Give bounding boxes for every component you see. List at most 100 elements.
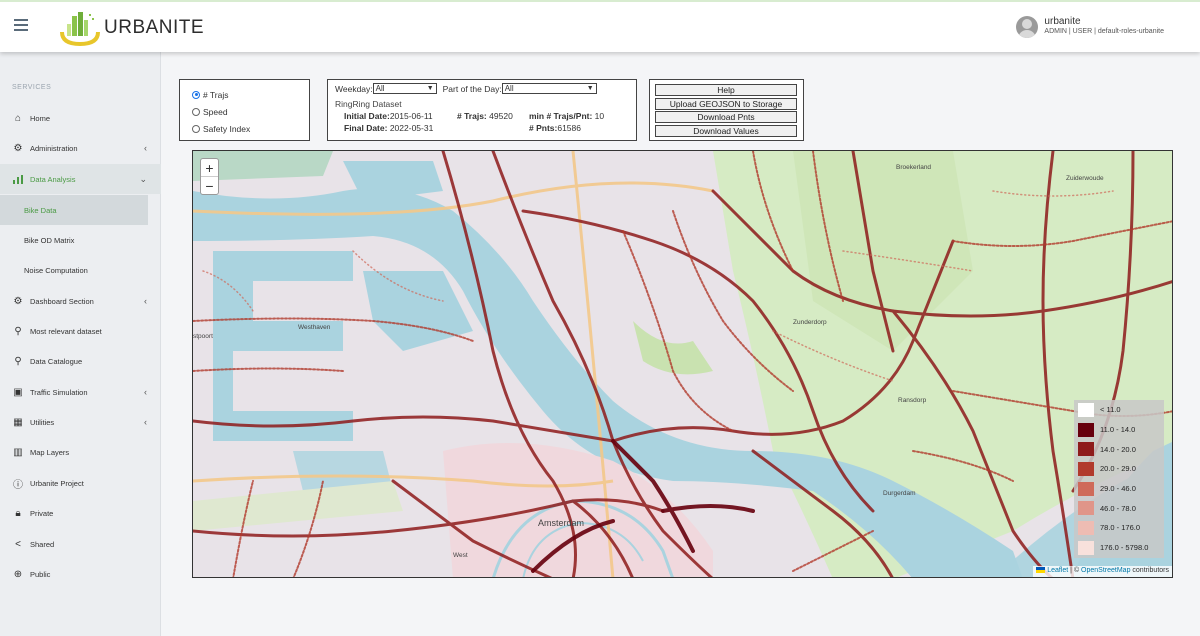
- map-label-zuiderwoude: Zuiderwoude: [1066, 175, 1104, 182]
- sidebar-item-label: Private: [30, 508, 54, 518]
- globe-icon: ⊕: [13, 568, 23, 580]
- map-label-westhaven: Westhaven: [298, 324, 331, 331]
- radio-safety-index[interactable]: Safety Index: [192, 120, 309, 137]
- help-button[interactable]: Help: [655, 84, 797, 96]
- sidebar-item-most-relevant-dataset[interactable]: ⚲ Most relevant dataset: [0, 316, 161, 346]
- legend-swatch: [1078, 461, 1094, 476]
- osm-link[interactable]: OpenStreetMap: [1081, 567, 1130, 574]
- radio-trajs[interactable]: # Trajs: [192, 86, 309, 103]
- sidebar-item-home[interactable]: ⌂ Home: [0, 103, 161, 133]
- sidebar-item-label: Shared: [30, 539, 55, 549]
- sidebar-item-label: Public: [30, 569, 51, 579]
- sidebar-item-dashboard-section[interactable]: ⚙ Dashboard Section ‹: [0, 286, 161, 316]
- zoom-out-button[interactable]: −: [201, 177, 218, 195]
- map-legend: < 11.0 11.0 - 14.0 14.0 - 20.0 20.0 - 29…: [1074, 400, 1164, 558]
- chevron-left-icon: ‹: [144, 143, 147, 153]
- sidebar-item-label: Administration: [30, 143, 78, 153]
- home-icon: ⌂: [14, 112, 22, 124]
- download-values-button[interactable]: Download Values: [655, 124, 797, 137]
- radio-speed[interactable]: Speed: [192, 103, 309, 120]
- map-label-durgerdam: Durgerdam: [883, 490, 916, 497]
- upload-geojson-button[interactable]: Upload GEOJSON to Storage: [655, 97, 797, 110]
- radio-unchecked-icon: [192, 107, 200, 116]
- radio-label: Safety Index: [203, 123, 251, 134]
- actions-panel: Help Upload GEOJSON to Storage Download …: [649, 79, 804, 141]
- sidebar-item-label: Home: [30, 113, 51, 123]
- sidebar-item-data-catalogue[interactable]: ⚲ Data Catalogue: [0, 346, 161, 376]
- legend-label: 176.0 - 5798.0: [1100, 543, 1149, 553]
- sidebar-item-label: Traffic Simulation: [30, 387, 88, 397]
- legend-row: 11.0 - 14.0: [1074, 420, 1164, 440]
- share-icon: <: [15, 538, 21, 550]
- sidebar-item-data-analysis[interactable]: Data Analysis ⌄: [0, 164, 161, 194]
- sidebar-item-label: Most relevant dataset: [30, 326, 102, 336]
- legend-swatch: [1078, 540, 1094, 555]
- leaflet-link[interactable]: Leaflet: [1047, 567, 1068, 574]
- legend-swatch: [1078, 402, 1094, 417]
- sidebar-item-shared[interactable]: < Shared: [0, 529, 161, 559]
- chevron-left-icon: ‹: [144, 296, 147, 306]
- map-label-west: West: [453, 552, 468, 559]
- chevron-left-icon: ‹: [144, 417, 147, 427]
- user-roles: ADMIN | USER | default-roles-urbanite: [1044, 28, 1164, 35]
- weekday-value: All: [375, 84, 385, 93]
- legend-label: 14.0 - 20.0: [1100, 444, 1136, 454]
- zoom-in-button[interactable]: +: [201, 159, 218, 177]
- sidebar-item-administration[interactable]: ⚙ Administration ‹: [0, 133, 161, 163]
- gear-icon: ⚙: [13, 295, 23, 307]
- sidebar-item-label: Data Analysis: [30, 174, 76, 184]
- briefcase-icon: ▣: [13, 386, 23, 398]
- radio-checked-icon: [192, 90, 200, 99]
- sidebar-subitem-noise-computation[interactable]: Noise Computation: [0, 255, 161, 285]
- part-of-day-value: All: [504, 84, 514, 93]
- map-canvas[interactable]: [193, 151, 1173, 578]
- legend-row: 176.0 - 5798.0: [1074, 538, 1164, 558]
- sidebar-item-public[interactable]: ⊕ Public: [0, 559, 161, 589]
- legend-swatch: [1078, 422, 1094, 437]
- map-label-ransdorp: Ransdorp: [898, 397, 927, 404]
- avatar[interactable]: [1016, 16, 1039, 38]
- sidebar-item-urbanite-project[interactable]: ⓘ Urbanite Project: [0, 468, 161, 498]
- map-label-amsterdam: Amsterdam: [538, 518, 585, 528]
- search-icon: ⚲: [14, 355, 22, 367]
- sidebar-subitem-bike-data[interactable]: Bike Data: [0, 195, 148, 225]
- part-of-day-select[interactable]: All ▼: [501, 83, 597, 94]
- map-attribution: Leaflet | © OpenStreetMap contributors: [1033, 566, 1172, 577]
- search-icon: ⚲: [14, 325, 22, 337]
- radio-label: Speed: [203, 106, 228, 117]
- sidebar-subitem-bike-od-matrix[interactable]: Bike OD Matrix: [0, 225, 161, 255]
- pnts-count: # Pnts:61586: [529, 123, 581, 133]
- bar-chart-icon: [12, 173, 24, 185]
- zoom-control: + −: [200, 158, 219, 195]
- sidebar-item-label: Utilities: [30, 417, 55, 427]
- sidebar-item-private[interactable]: 🔒︎ Private: [0, 498, 161, 528]
- weekday-select[interactable]: All ▼: [372, 83, 437, 94]
- legend-label: 20.0 - 29.0: [1100, 464, 1136, 474]
- user-menu[interactable]: urbanite ADMIN | USER | default-roles-ur…: [1016, 16, 1164, 38]
- attribution-tail: contributors: [1130, 567, 1169, 574]
- part-of-day-label: Part of the Day:: [442, 83, 502, 94]
- chevron-left-icon: ‹: [144, 387, 147, 397]
- attribution-separator: | ©: [1068, 567, 1082, 574]
- initial-date: Initial Date:2015-06-11: [344, 111, 433, 121]
- legend-row: 29.0 - 46.0: [1074, 479, 1164, 499]
- chevron-down-icon: ▼: [426, 85, 434, 92]
- legend-row: 78.0 - 176.0: [1074, 518, 1164, 538]
- chevron-down-icon: ⌄: [139, 173, 147, 184]
- sidebar: SERVICES ⌂ Home ⚙ Administration ‹ Data …: [0, 52, 161, 636]
- legend-row: < 11.0: [1074, 400, 1164, 420]
- legend-label: < 11.0: [1100, 405, 1121, 415]
- legend-swatch: [1078, 481, 1094, 496]
- sidebar-item-map-layers[interactable]: ▥ Map Layers: [0, 437, 161, 467]
- legend-swatch: [1078, 501, 1094, 516]
- hamburger-menu-icon[interactable]: [14, 19, 28, 31]
- sidebar-item-utilities[interactable]: ▦ Utilities ‹: [0, 407, 161, 437]
- legend-swatch: [1078, 520, 1094, 535]
- download-pnts-button[interactable]: Download Pnts: [655, 111, 797, 123]
- map-view[interactable]: Westhaven Zunderdorp Ransdorp Durgerdam …: [192, 150, 1173, 578]
- map-label-broekerland: Broekerland: [896, 164, 932, 171]
- map-label-zunderdorp: Zunderdorp: [793, 319, 827, 326]
- legend-label: 11.0 - 14.0: [1100, 425, 1136, 435]
- sidebar-item-traffic-simulation[interactable]: ▣ Traffic Simulation ‹: [0, 377, 161, 407]
- dataset-info-panel: Weekday: All ▼ Part of the Day: All ▼ Ri…: [327, 79, 637, 141]
